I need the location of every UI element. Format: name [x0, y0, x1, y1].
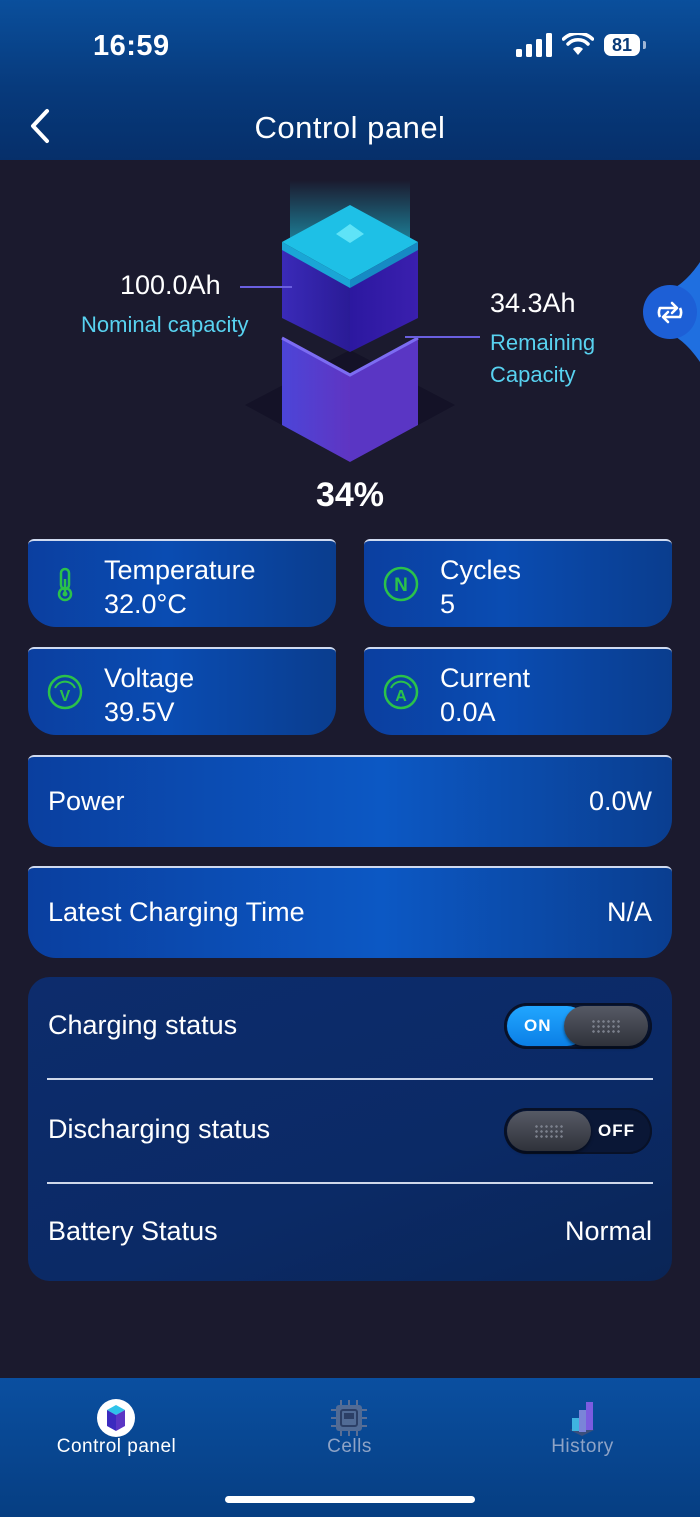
remaining-capacity-label: Remaining	[490, 330, 596, 355]
discharging-toggle[interactable]: OFF	[504, 1108, 652, 1154]
charging-status-label: Charging status	[48, 1010, 238, 1040]
status-time: 16:59	[93, 30, 170, 62]
cycles-card: N Cycles 5	[364, 539, 672, 627]
cycles-label: Cycles	[440, 555, 522, 585]
temperature-card: Temperature 32.0°C	[28, 539, 336, 627]
voltage-value: 39.5V	[104, 697, 175, 727]
tab-label: History	[551, 1436, 614, 1457]
battery-percentage: 34%	[315, 476, 385, 514]
cycles-n-icon: N	[383, 566, 419, 602]
charging-toggle[interactable]: ON	[504, 1003, 652, 1049]
battery-status-icon: 81	[604, 34, 646, 56]
voltage-label: Voltage	[104, 663, 195, 693]
tab-control-panel[interactable]: Control panel	[0, 1378, 233, 1478]
power-card: Power 0.0W	[28, 755, 672, 847]
tab-cells[interactable]: Cells	[233, 1378, 466, 1478]
home-indicator	[225, 1496, 475, 1503]
charging-time-value: N/A	[606, 897, 652, 927]
battery-status-value: Normal	[564, 1216, 652, 1246]
chip-icon	[331, 1400, 367, 1436]
current-label: Current	[440, 663, 531, 693]
charging-time-label: Latest Charging Time	[48, 897, 305, 927]
svg-text:A: A	[395, 688, 407, 705]
header: 16:59 81 Control panel	[0, 0, 700, 160]
tab-history[interactable]: History	[466, 1378, 699, 1478]
battery-status-label: Battery Status	[48, 1216, 218, 1246]
signal-icon	[516, 33, 552, 57]
temperature-label: Temperature	[104, 555, 256, 585]
charging-time-card: Latest Charging Time N/A	[28, 866, 672, 958]
thermometer-icon	[57, 567, 73, 602]
current-value: 0.0A	[440, 697, 496, 727]
tab-label: Control panel	[56, 1436, 177, 1457]
charging-toggle-state: ON	[524, 1016, 552, 1035]
remaining-capacity-value: 34.3Ah	[490, 288, 576, 318]
svg-text:N: N	[394, 575, 408, 596]
toggle-knob	[564, 1006, 648, 1046]
bar-chart-icon	[570, 1402, 594, 1436]
power-label: Power	[48, 786, 125, 816]
current-card: A Current 0.0A	[364, 647, 672, 735]
page-title: Control panel	[254, 110, 446, 145]
tab-label: Cells	[327, 1436, 372, 1457]
voltage-gauge-icon: V	[47, 674, 83, 710]
cycles-value: 5	[440, 589, 456, 619]
discharging-status-label: Discharging status	[48, 1114, 271, 1144]
remaining-capacity-label-line2: Capacity	[490, 362, 576, 387]
current-gauge-icon: A	[383, 674, 419, 710]
status-panel: Charging status ON Discharging status OF…	[28, 977, 672, 1281]
discharging-toggle-state: OFF	[598, 1121, 635, 1140]
divider	[47, 1182, 653, 1184]
battery-cube-icon	[97, 1399, 135, 1437]
wifi-icon	[562, 33, 594, 55]
refresh-icon	[643, 262, 700, 362]
sync-button[interactable]	[640, 262, 700, 362]
nominal-capacity-value: 100.0Ah	[120, 270, 221, 300]
nominal-capacity-label: Nominal capacity	[81, 312, 249, 337]
battery-visual: 100.0Ah Nominal capacity 34.3Ah Remainin…	[0, 160, 700, 530]
power-value: 0.0W	[588, 786, 652, 816]
svg-text:V: V	[60, 688, 71, 705]
voltage-card: V Voltage 39.5V	[28, 647, 336, 735]
status-icons: 81	[516, 33, 646, 57]
temperature-value: 32.0°C	[104, 589, 187, 619]
divider	[47, 1078, 653, 1080]
toggle-knob	[507, 1111, 591, 1151]
